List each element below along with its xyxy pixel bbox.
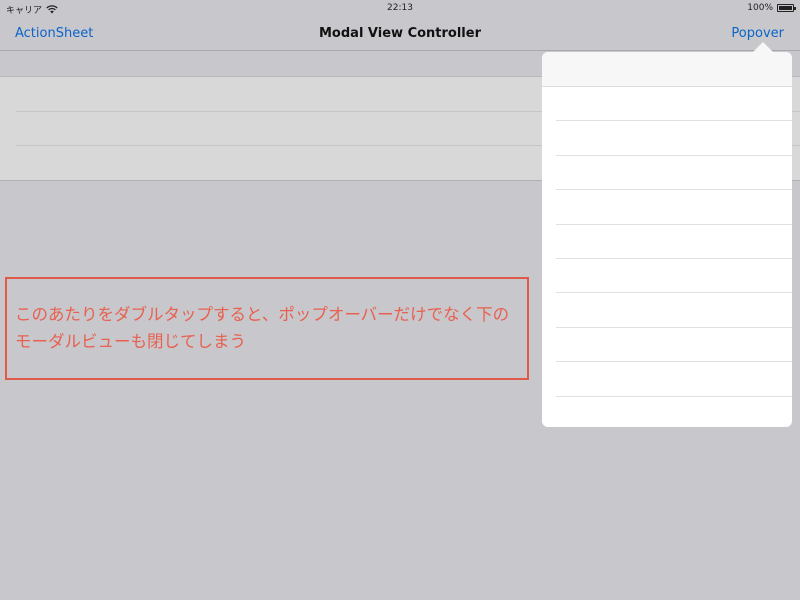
popover-row[interactable] <box>542 225 792 260</box>
popover-row[interactable] <box>542 362 792 397</box>
popover-row[interactable] <box>542 259 792 294</box>
status-bar: キャリア 22:13 100% <box>0 0 800 18</box>
status-time: 22:13 <box>387 3 413 13</box>
navigation-bar: ActionSheet Modal View Controller Popove… <box>0 18 800 51</box>
popover-row[interactable] <box>542 397 792 427</box>
popover-button[interactable]: Popover <box>731 26 784 41</box>
popover-row[interactable] <box>542 190 792 225</box>
battery-group: 100% <box>747 3 796 13</box>
popover-row[interactable] <box>542 87 792 122</box>
popover-row[interactable] <box>542 156 792 191</box>
annotation-text: このあたりをダブルタップすると、ポップオーバーだけでなく下のモーダルビューも閉じ… <box>15 305 510 351</box>
popover-row[interactable] <box>542 328 792 363</box>
page-title: Modal View Controller <box>319 26 481 41</box>
annotation-box: このあたりをダブルタップすると、ポップオーバーだけでなく下のモーダルビューも閉じ… <box>5 277 529 380</box>
popover-header <box>542 52 792 87</box>
popover-row[interactable] <box>542 293 792 329</box>
battery-icon <box>777 4 796 12</box>
battery-percent: 100% <box>747 3 773 13</box>
popover <box>542 52 792 427</box>
popover-row[interactable] <box>542 121 792 157</box>
